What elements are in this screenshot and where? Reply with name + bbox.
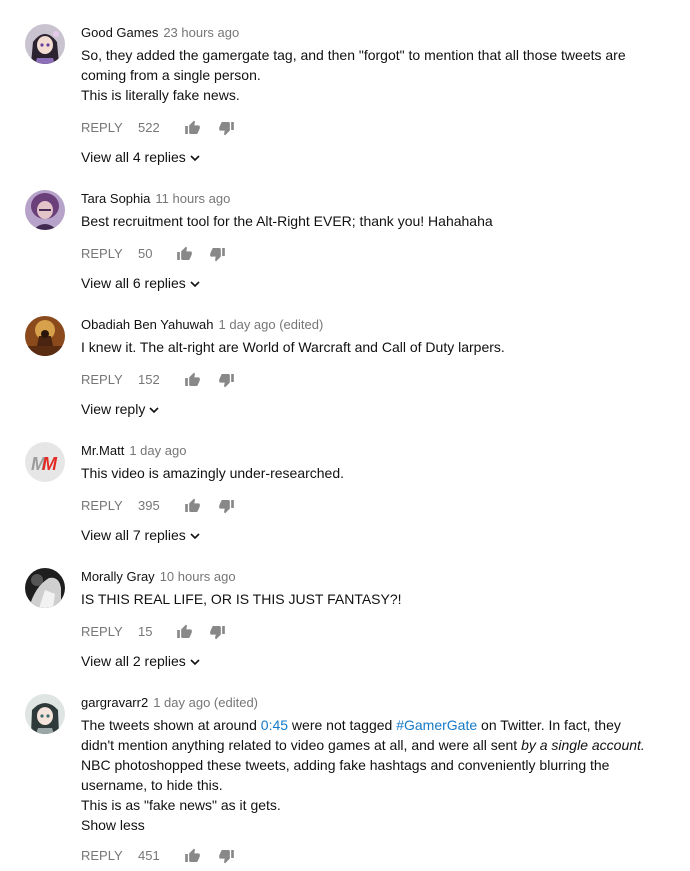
comment-meta: Mr.Matt 1 day ago — [81, 442, 650, 460]
bw-photo-avatar-icon — [25, 568, 65, 608]
comment-actions: REPLY 522 — [81, 118, 650, 138]
painting-avatar-icon — [25, 316, 65, 356]
comment-text-part: were not tagged — [288, 717, 397, 733]
comment-text: The tweets shown at around 0:45 were not… — [81, 715, 650, 815]
avatar[interactable]: M M — [25, 442, 65, 482]
comment-author[interactable]: Morally Gray — [81, 569, 155, 584]
thumb-down-icon[interactable] — [218, 120, 235, 142]
comment-time[interactable]: 1 day ago — [129, 443, 186, 458]
view-replies-label: View all 2 replies — [81, 653, 186, 669]
anime-girl-avatar-icon — [25, 24, 65, 64]
chevron-down-icon — [190, 155, 200, 161]
comment-text-part: NBC photoshopped these tweets, adding fa… — [81, 757, 610, 793]
reply-button[interactable]: REPLY — [81, 622, 123, 642]
thumb-up-icon[interactable] — [184, 120, 201, 142]
reply-button[interactable]: REPLY — [81, 118, 123, 138]
hashtag-link[interactable]: #GamerGate — [396, 717, 477, 733]
avatar[interactable] — [25, 190, 65, 230]
comment-time[interactable]: 11 hours ago — [155, 191, 230, 206]
thumb-down-icon[interactable] — [209, 624, 226, 646]
reply-button[interactable]: REPLY — [81, 244, 123, 264]
reply-button[interactable]: REPLY — [81, 846, 123, 866]
comment-meta: Good Games 23 hours ago — [81, 24, 650, 42]
thumb-up-icon[interactable] — [184, 498, 201, 520]
comment-text-line: This video is amazingly under-researched… — [81, 465, 345, 481]
thumb-down-icon[interactable] — [218, 848, 235, 870]
comment-text-part: The tweets shown at around — [81, 717, 261, 733]
thumb-up-icon[interactable] — [184, 372, 201, 394]
show-less-button[interactable]: Show less — [81, 815, 650, 835]
chevron-down-icon — [190, 533, 200, 539]
comment-author[interactable]: Good Games — [81, 25, 158, 40]
comment-text: This video is amazingly under-researched… — [81, 463, 650, 483]
comment-author[interactable]: Mr.Matt — [81, 443, 124, 458]
avatar[interactable] — [25, 24, 65, 64]
thumb-up-icon[interactable] — [176, 624, 193, 646]
thumb-down-icon[interactable] — [218, 372, 235, 394]
comment-author[interactable]: Tara Sophia — [81, 191, 150, 206]
svg-text:M: M — [42, 454, 58, 474]
like-count: 50 — [138, 246, 153, 261]
comment-actions: REPLY 395 — [81, 496, 650, 516]
comment-meta: Morally Gray 10 hours ago — [81, 568, 650, 586]
comment-text: I knew it. The alt-right are World of Wa… — [81, 337, 650, 357]
comment-text-line: Best recruitment tool for the Alt-Right … — [81, 213, 493, 229]
mm-logo-avatar-icon: M M — [25, 442, 65, 482]
portrait-avatar-icon — [25, 190, 65, 230]
comment-text-line: coming from a single person. — [81, 67, 261, 83]
view-replies-label: View all 6 replies — [81, 275, 186, 291]
comment-text-line: This is literally fake news. — [81, 87, 240, 103]
comment-meta: Obadiah Ben Yahuwah 1 day ago (edited) — [81, 316, 650, 334]
anime-boy-avatar-icon — [25, 694, 65, 734]
view-replies-button[interactable]: View all 4 replies — [81, 147, 650, 167]
comment-time[interactable]: 10 hours ago — [160, 569, 236, 584]
avatar[interactable] — [25, 568, 65, 608]
comment-author[interactable]: gargravarr2 — [81, 695, 148, 710]
thumb-down-icon[interactable] — [209, 246, 226, 268]
comment-meta: Tara Sophia 11 hours ago — [81, 190, 650, 208]
view-replies-button[interactable]: View all 7 replies — [81, 525, 650, 545]
chevron-down-icon — [190, 281, 200, 287]
avatar[interactable] — [25, 316, 65, 356]
like-count: 152 — [138, 372, 160, 387]
comment-text-line: So, they added the gamergate tag, and th… — [81, 47, 626, 63]
comment-actions: REPLY 152 — [81, 370, 650, 390]
view-replies-label: View reply — [81, 401, 146, 417]
view-replies-button[interactable]: View all 2 replies — [81, 651, 650, 671]
view-replies-button[interactable]: View reply — [81, 399, 650, 419]
comment-time[interactable]: 1 day ago (edited) — [153, 695, 258, 710]
comment-text: Best recruitment tool for the Alt-Right … — [81, 211, 650, 231]
like-count: 522 — [138, 120, 160, 135]
view-replies-label: View all 4 replies — [81, 149, 186, 165]
view-replies-label: View all 7 replies — [81, 527, 186, 543]
comment-text: So, they added the gamergate tag, and th… — [81, 45, 650, 105]
reply-button[interactable]: REPLY — [81, 370, 123, 390]
thumb-up-icon[interactable] — [184, 848, 201, 870]
comment-text-line: I knew it. The alt-right are World of Wa… — [81, 339, 505, 355]
like-count: 395 — [138, 498, 160, 513]
chevron-down-icon — [149, 407, 159, 413]
view-replies-button[interactable]: View all 6 replies — [81, 273, 650, 293]
reply-button[interactable]: REPLY — [81, 496, 123, 516]
comment-text-emphasis: by a single account. — [521, 737, 645, 753]
comment-text: IS THIS REAL LIFE, OR IS THIS JUST FANTA… — [81, 589, 650, 609]
timestamp-link[interactable]: 0:45 — [261, 717, 288, 733]
comment-time[interactable]: 23 hours ago — [163, 25, 239, 40]
comment-meta: gargravarr2 1 day ago (edited) — [81, 694, 650, 712]
comment-actions: REPLY 451 — [81, 846, 650, 866]
avatar[interactable] — [25, 694, 65, 734]
comment-time[interactable]: 1 day ago (edited) — [219, 317, 324, 332]
chevron-down-icon — [190, 659, 200, 665]
thumb-up-icon[interactable] — [176, 246, 193, 268]
comment-actions: REPLY 15 — [81, 622, 650, 642]
comment-text-line: IS THIS REAL LIFE, OR IS THIS JUST FANTA… — [81, 591, 402, 607]
thumb-down-icon[interactable] — [218, 498, 235, 520]
like-count: 451 — [138, 848, 160, 863]
comment-author[interactable]: Obadiah Ben Yahuwah — [81, 317, 214, 332]
comment-actions: REPLY 50 — [81, 244, 650, 264]
comment-text-line: This is as "fake news" as it gets. — [81, 797, 281, 813]
like-count: 15 — [138, 624, 153, 639]
